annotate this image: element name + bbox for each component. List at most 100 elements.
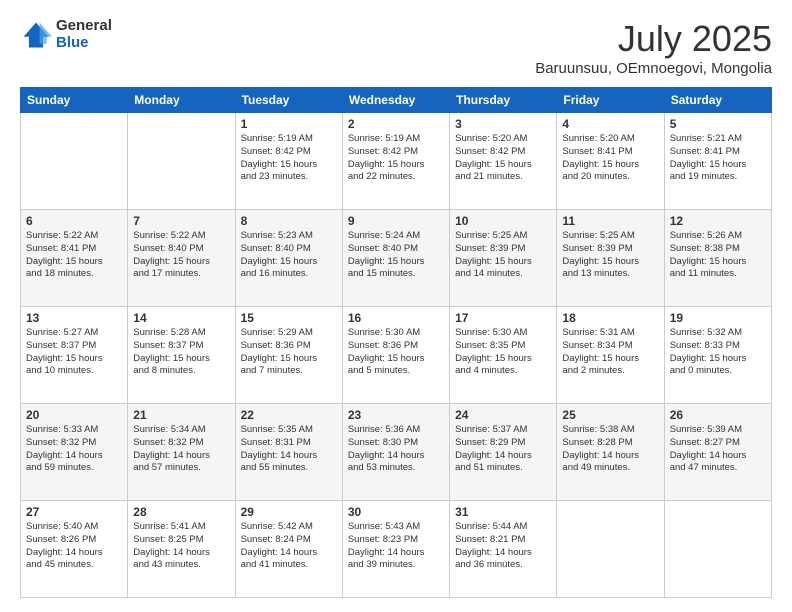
calendar-cell: 26 Sunrise: 5:39 AM Sunset: 8:27 PM Dayli… — [664, 404, 771, 501]
calendar-cell: 20 Sunrise: 5:33 AM Sunset: 8:32 PM Dayli… — [21, 404, 128, 501]
calendar-cell: 10 Sunrise: 5:25 AM Sunset: 8:39 PM Dayli… — [450, 210, 557, 307]
day-number: 6 — [26, 214, 122, 228]
day-header-monday: Monday — [128, 88, 235, 113]
calendar-cell: 14Sunrise: 5:28 AM Sunset: 8:37 PM Dayli… — [128, 307, 235, 404]
day-info: Sunrise: 5:25 AM Sunset: 8:39 PM Dayligh… — [455, 230, 551, 281]
day-info: Sunrise: 5:20 AM Sunset: 8:41 PM Dayligh… — [562, 133, 658, 184]
logo-blue: Blue — [56, 35, 112, 52]
day-info: Sunrise: 5:19 AM Sunset: 8:42 PM Dayligh… — [348, 133, 444, 184]
day-number: 11 — [562, 214, 658, 228]
calendar-cell: 27 Sunrise: 5:40 AM Sunset: 8:26 PM Dayli… — [21, 501, 128, 598]
day-info: Sunrise: 5:36 AM Sunset: 8:30 PM Dayligh… — [348, 424, 444, 475]
day-number: 5 — [670, 117, 766, 131]
day-info: Sunrise: 5:24 AM Sunset: 8:40 PM Dayligh… — [348, 230, 444, 281]
calendar-cell: 13 Sunrise: 5:27 AM Sunset: 8:37 PM Dayli… — [21, 307, 128, 404]
day-info: Sunrise: 5:22 AM Sunset: 8:41 PM Dayligh… — [26, 230, 122, 281]
day-info: Sunrise: 5:40 AM Sunset: 8:26 PM Dayligh… — [26, 521, 122, 572]
calendar-cell — [21, 113, 128, 210]
calendar-cell: 30Sunrise: 5:43 AM Sunset: 8:23 PM Dayli… — [342, 501, 449, 598]
logo-icon — [20, 19, 52, 51]
day-number: 10 — [455, 214, 551, 228]
logo-text: General Blue — [56, 18, 112, 51]
day-info: Sunrise: 5:28 AM Sunset: 8:37 PM Dayligh… — [133, 327, 229, 378]
calendar-cell — [557, 501, 664, 598]
main-title: July 2025 — [535, 18, 772, 60]
calendar-cell — [664, 501, 771, 598]
day-info: Sunrise: 5:41 AM Sunset: 8:25 PM Dayligh… — [133, 521, 229, 572]
day-number: 26 — [670, 408, 766, 422]
day-number: 8 — [241, 214, 337, 228]
day-header-friday: Friday — [557, 88, 664, 113]
calendar-cell: 8 Sunrise: 5:23 AM Sunset: 8:40 PM Daylig… — [235, 210, 342, 307]
day-header-sunday: Sunday — [21, 88, 128, 113]
calendar-cell: 11 Sunrise: 5:25 AM Sunset: 8:39 PM Dayli… — [557, 210, 664, 307]
week-row-3: 20 Sunrise: 5:33 AM Sunset: 8:32 PM Dayli… — [21, 404, 772, 501]
calendar-cell: 1Sunrise: 5:19 AM Sunset: 8:42 PM Daylig… — [235, 113, 342, 210]
calendar-cell: 4 Sunrise: 5:20 AM Sunset: 8:41 PM Daylig… — [557, 113, 664, 210]
calendar-cell: 22Sunrise: 5:35 AM Sunset: 8:31 PM Dayli… — [235, 404, 342, 501]
logo-general: General — [56, 18, 112, 35]
calendar-cell: 24 Sunrise: 5:37 AM Sunset: 8:29 PM Dayli… — [450, 404, 557, 501]
calendar-table: SundayMondayTuesdayWednesdayThursdayFrid… — [20, 87, 772, 598]
day-info: Sunrise: 5:25 AM Sunset: 8:39 PM Dayligh… — [562, 230, 658, 281]
day-number: 15 — [241, 311, 337, 325]
day-number: 13 — [26, 311, 122, 325]
page: General Blue July 2025 Baruunsuu, OEmnoe… — [0, 0, 792, 612]
day-info: Sunrise: 5:38 AM Sunset: 8:28 PM Dayligh… — [562, 424, 658, 475]
calendar-cell: 9 Sunrise: 5:24 AM Sunset: 8:40 PM Daylig… — [342, 210, 449, 307]
calendar-cell: 21 Sunrise: 5:34 AM Sunset: 8:32 PM Dayli… — [128, 404, 235, 501]
day-info: Sunrise: 5:34 AM Sunset: 8:32 PM Dayligh… — [133, 424, 229, 475]
calendar-cell: 18Sunrise: 5:31 AM Sunset: 8:34 PM Dayli… — [557, 307, 664, 404]
day-info: Sunrise: 5:30 AM Sunset: 8:36 PM Dayligh… — [348, 327, 444, 378]
day-info: Sunrise: 5:30 AM Sunset: 8:35 PM Dayligh… — [455, 327, 551, 378]
calendar-cell: 3Sunrise: 5:20 AM Sunset: 8:42 PM Daylig… — [450, 113, 557, 210]
calendar-cell: 2 Sunrise: 5:19 AM Sunset: 8:42 PM Daylig… — [342, 113, 449, 210]
day-header-tuesday: Tuesday — [235, 88, 342, 113]
day-number: 18 — [562, 311, 658, 325]
day-number: 19 — [670, 311, 766, 325]
calendar-cell: 31 Sunrise: 5:44 AM Sunset: 8:21 PM Dayli… — [450, 501, 557, 598]
calendar-cell: 5 Sunrise: 5:21 AM Sunset: 8:41 PM Daylig… — [664, 113, 771, 210]
logo: General Blue — [20, 18, 112, 51]
day-number: 23 — [348, 408, 444, 422]
calendar-cell: 7 Sunrise: 5:22 AM Sunset: 8:40 PM Daylig… — [128, 210, 235, 307]
day-number: 3 — [455, 117, 551, 131]
day-number: 29 — [241, 505, 337, 519]
day-info: Sunrise: 5:33 AM Sunset: 8:32 PM Dayligh… — [26, 424, 122, 475]
day-number: 2 — [348, 117, 444, 131]
day-number: 27 — [26, 505, 122, 519]
day-number: 21 — [133, 408, 229, 422]
day-number: 9 — [348, 214, 444, 228]
day-header-wednesday: Wednesday — [342, 88, 449, 113]
day-info: Sunrise: 5:44 AM Sunset: 8:21 PM Dayligh… — [455, 521, 551, 572]
day-number: 20 — [26, 408, 122, 422]
calendar-cell: 17 Sunrise: 5:30 AM Sunset: 8:35 PM Dayli… — [450, 307, 557, 404]
day-info: Sunrise: 5:37 AM Sunset: 8:29 PM Dayligh… — [455, 424, 551, 475]
week-row-1: 6 Sunrise: 5:22 AM Sunset: 8:41 PM Daylig… — [21, 210, 772, 307]
day-info: Sunrise: 5:32 AM Sunset: 8:33 PM Dayligh… — [670, 327, 766, 378]
day-number: 22 — [241, 408, 337, 422]
day-header-thursday: Thursday — [450, 88, 557, 113]
calendar-cell: 25Sunrise: 5:38 AM Sunset: 8:28 PM Dayli… — [557, 404, 664, 501]
calendar-header-row: SundayMondayTuesdayWednesdayThursdayFrid… — [21, 88, 772, 113]
day-number: 24 — [455, 408, 551, 422]
day-number: 17 — [455, 311, 551, 325]
day-info: Sunrise: 5:29 AM Sunset: 8:36 PM Dayligh… — [241, 327, 337, 378]
day-info: Sunrise: 5:19 AM Sunset: 8:42 PM Dayligh… — [241, 133, 337, 184]
day-header-saturday: Saturday — [664, 88, 771, 113]
calendar-cell: 23 Sunrise: 5:36 AM Sunset: 8:30 PM Dayli… — [342, 404, 449, 501]
day-number: 31 — [455, 505, 551, 519]
day-number: 30 — [348, 505, 444, 519]
week-row-4: 27 Sunrise: 5:40 AM Sunset: 8:26 PM Dayli… — [21, 501, 772, 598]
calendar-cell: 15 Sunrise: 5:29 AM Sunset: 8:36 PM Dayli… — [235, 307, 342, 404]
title-block: July 2025 Baruunsuu, OEmnoegovi, Mongoli… — [535, 18, 772, 77]
day-info: Sunrise: 5:23 AM Sunset: 8:40 PM Dayligh… — [241, 230, 337, 281]
day-info: Sunrise: 5:22 AM Sunset: 8:40 PM Dayligh… — [133, 230, 229, 281]
day-info: Sunrise: 5:39 AM Sunset: 8:27 PM Dayligh… — [670, 424, 766, 475]
day-number: 12 — [670, 214, 766, 228]
day-info: Sunrise: 5:21 AM Sunset: 8:41 PM Dayligh… — [670, 133, 766, 184]
day-info: Sunrise: 5:27 AM Sunset: 8:37 PM Dayligh… — [26, 327, 122, 378]
calendar-cell — [128, 113, 235, 210]
day-number: 4 — [562, 117, 658, 131]
day-number: 7 — [133, 214, 229, 228]
